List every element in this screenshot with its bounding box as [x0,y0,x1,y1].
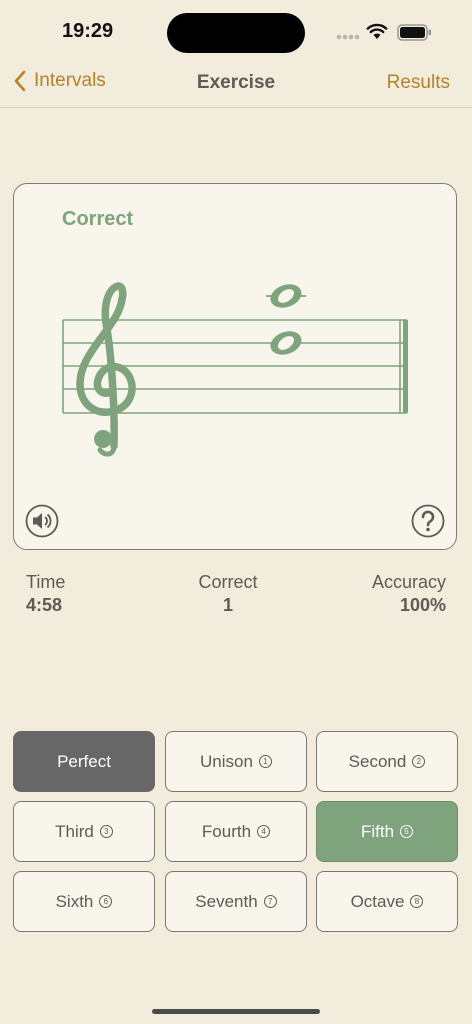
answer-label: Second [348,751,407,771]
shortcut-badge: 7 [263,895,277,908]
dynamic-island [167,13,305,53]
shortcut-badge: 2 [412,755,426,768]
question-icon[interactable] [411,504,445,538]
answer-octave-button[interactable]: Octave 8 [316,871,458,932]
cellular-signal-icon [336,34,360,40]
speaker-icon[interactable] [25,504,59,538]
exercise-screen: 19:29 Intervals Exercise Results Correct [0,0,472,1024]
answer-label: Perfect [57,751,111,771]
staff-card: Correct [13,183,457,550]
answer-label: Seventh [195,891,258,911]
music-staff [62,282,408,457]
answer-label: Third [55,821,94,841]
nav-divider [0,107,472,108]
battery-icon [397,24,431,41]
shortcut-badge: 8 [410,895,424,908]
wifi-icon [366,23,388,39]
home-indicator [152,1009,320,1014]
shortcut-badge: 4 [257,825,271,838]
answer-second-button[interactable]: Second 2 [316,731,458,792]
answer-label: Sixth [55,891,94,911]
whole-note-upper [270,284,302,308]
accuracy-label: Accuracy [371,572,446,592]
answer-fourth-button[interactable]: Fourth 4 [165,801,307,862]
shortcut-badge: 3 [99,825,113,838]
shortcut-badge: 5 [400,825,414,838]
answer-label: Unison [200,751,253,771]
answer-label: Fourth [201,821,252,841]
answer-sixth-button[interactable]: Sixth 6 [13,871,155,932]
answer-label: Octave [350,891,405,911]
treble-clef-icon [76,282,136,457]
answer-label: Fifth [360,821,395,841]
accuracy-value: 100% [399,595,446,615]
whole-note-lower [270,331,302,355]
answer-third-button[interactable]: Third 3 [13,801,155,862]
results-button[interactable]: Results [387,72,450,94]
answer-seventh-button[interactable]: Seventh 7 [165,871,307,932]
status-time: 19:29 [62,20,114,42]
final-barline [403,320,408,413]
answer-perfect-button[interactable]: Perfect [13,731,155,792]
answer-unison-button[interactable]: Unison 1 [165,731,307,792]
stat-accuracy: Accuracy 100% [372,572,446,616]
shortcut-badge: 1 [258,755,272,768]
answer-fifth-button[interactable]: Fifth 5 [316,801,458,862]
shortcut-badge: 6 [99,895,113,908]
